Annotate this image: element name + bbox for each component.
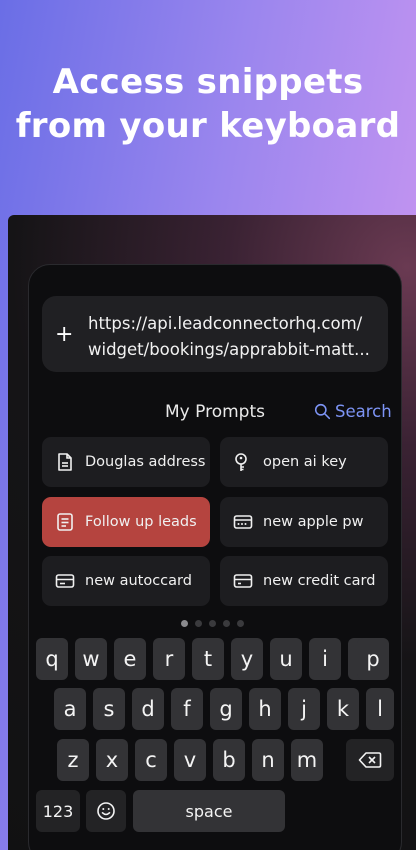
- page-dot[interactable]: [181, 620, 188, 627]
- emoji-key[interactable]: [86, 790, 126, 832]
- key-y[interactable]: y: [231, 638, 263, 680]
- prompt-item-label: open ai key: [263, 454, 347, 470]
- search-button[interactable]: Search: [314, 402, 392, 421]
- search-icon: [314, 403, 331, 420]
- page-dot[interactable]: [195, 620, 202, 627]
- key-c[interactable]: c: [135, 739, 167, 781]
- headline-line-1: Access snippets: [52, 62, 364, 102]
- key-k[interactable]: k: [327, 688, 359, 730]
- prompt-item-douglas-address[interactable]: Douglas address: [42, 437, 210, 487]
- key-i[interactable]: i: [309, 638, 341, 680]
- prompt-item-new-autoccard[interactable]: new autoccard: [42, 556, 210, 606]
- card-icon: [54, 570, 76, 592]
- page-dot[interactable]: [209, 620, 216, 627]
- prompt-item-follow-up-leads[interactable]: Follow up leads: [42, 497, 210, 547]
- note-icon: [54, 511, 76, 533]
- key-b[interactable]: b: [213, 739, 245, 781]
- prompt-item-label: new apple pw: [263, 514, 364, 530]
- document-icon: [54, 451, 76, 473]
- key-u[interactable]: u: [270, 638, 302, 680]
- headline-line-2: from your keyboard: [15, 106, 401, 146]
- key-q[interactable]: q: [36, 638, 68, 680]
- credit-card-icon: [232, 570, 254, 592]
- plus-icon[interactable]: +: [55, 324, 73, 346]
- key-p[interactable]: p: [357, 638, 389, 680]
- prompt-item-label: Follow up leads: [85, 514, 197, 530]
- key-g[interactable]: g: [210, 688, 242, 730]
- key-r[interactable]: r: [153, 638, 185, 680]
- page-indicator: [181, 620, 244, 627]
- prompts-title: My Prompts: [165, 402, 265, 422]
- headline: Access snippets from your keyboard: [0, 60, 416, 148]
- prompt-item-label: new autoccard: [85, 573, 192, 589]
- page-dot[interactable]: [237, 620, 244, 627]
- key-w[interactable]: w: [75, 638, 107, 680]
- key-d[interactable]: d: [132, 688, 164, 730]
- key-icon: [232, 451, 254, 473]
- key-t[interactable]: t: [192, 638, 224, 680]
- prompt-item-new-apple-pw[interactable]: new apple pw: [220, 497, 388, 547]
- key-f[interactable]: f: [171, 688, 203, 730]
- key-n[interactable]: n: [252, 739, 284, 781]
- key-m[interactable]: m: [291, 739, 323, 781]
- prompt-item-open-ai-key[interactable]: open ai key: [220, 437, 388, 487]
- prompt-item-new-credit-card[interactable]: new credit card: [220, 556, 388, 606]
- key-z[interactable]: z: [57, 739, 89, 781]
- search-label: Search: [335, 402, 392, 421]
- key-s[interactable]: s: [93, 688, 125, 730]
- clipboard-text-line-2: widget/bookings/apprabbit-matt...: [88, 340, 370, 359]
- clipboard-text-line-1: https://api.leadconnectorhq.com/: [88, 314, 363, 333]
- key-e[interactable]: e: [114, 638, 146, 680]
- backspace-icon: [358, 752, 382, 768]
- space-key[interactable]: space: [133, 790, 285, 832]
- password-icon: [232, 511, 254, 533]
- emoji-icon: [97, 802, 115, 820]
- key-h[interactable]: h: [249, 688, 281, 730]
- key-a[interactable]: a: [54, 688, 86, 730]
- page-dot[interactable]: [223, 620, 230, 627]
- key-l[interactable]: l: [366, 688, 394, 730]
- numbers-key[interactable]: 123: [36, 790, 80, 832]
- clipboard-text: https://api.leadconnectorhq.com/ widget/…: [88, 311, 378, 363]
- key-v[interactable]: v: [174, 739, 206, 781]
- delete-key[interactable]: [346, 739, 394, 781]
- prompt-item-label: Douglas address: [85, 454, 206, 470]
- key-j[interactable]: j: [288, 688, 320, 730]
- key-x[interactable]: x: [96, 739, 128, 781]
- prompt-item-label: new credit card: [263, 573, 376, 589]
